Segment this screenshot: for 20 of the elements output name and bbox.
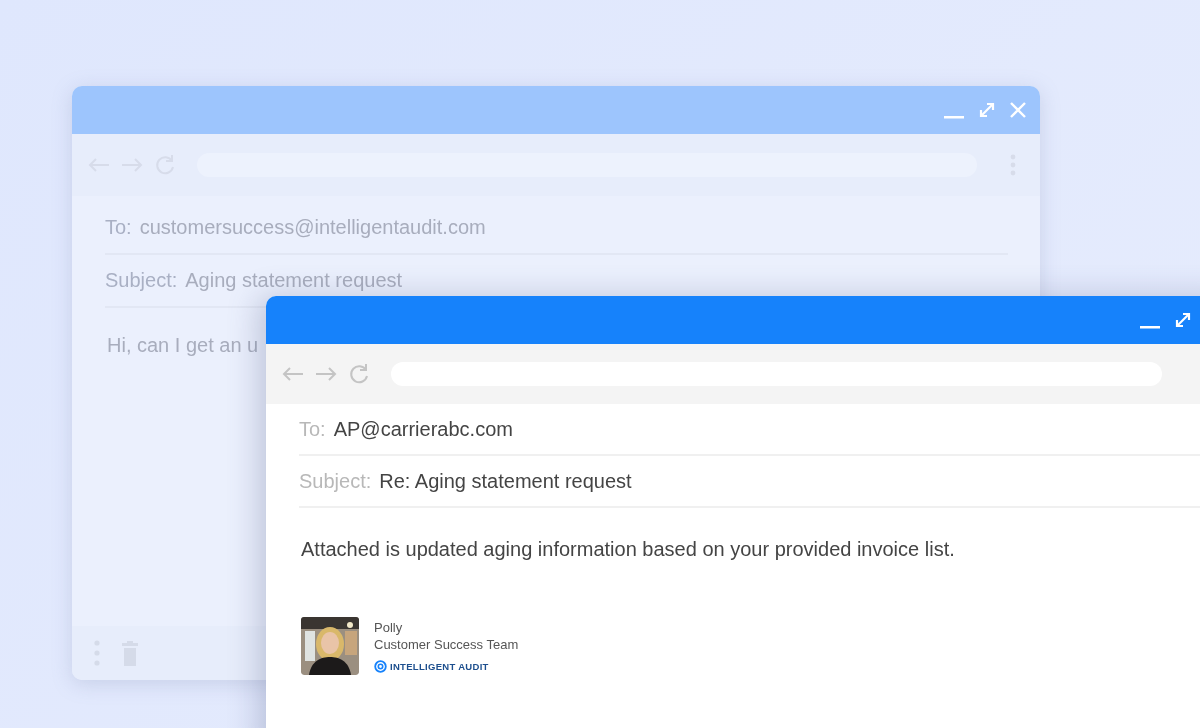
subject-text: Aging statement request (185, 268, 403, 293)
message-text: Attached is updated aging information based on your provided invoice list. (301, 538, 955, 560)
message-text: Hi, can I get an u (107, 334, 259, 356)
subject-text: Re: Aging statement request (379, 469, 632, 494)
recipient-address: customersuccess@intelligentaudit.com (139, 215, 486, 240)
to-label: To: (299, 417, 326, 442)
company-name: INTELLIGENT AUDIT (390, 660, 489, 672)
forward-arrow-icon[interactable] (315, 367, 337, 381)
close-icon[interactable] (1010, 102, 1026, 118)
recipient-address: AP@carrierabc.com (333, 417, 513, 442)
to-label: To: (105, 215, 132, 240)
logo-icon (374, 659, 387, 673)
back-arrow-icon[interactable] (282, 367, 304, 381)
maximize-icon[interactable] (1174, 311, 1192, 329)
maximize-icon[interactable] (978, 101, 996, 119)
reload-icon[interactable] (348, 363, 370, 385)
subject-label: Subject: (299, 469, 372, 494)
subject-label: Subject: (105, 268, 178, 293)
sender-name: Polly (374, 619, 404, 636)
sender-team: Customer Success Team (374, 636, 519, 653)
